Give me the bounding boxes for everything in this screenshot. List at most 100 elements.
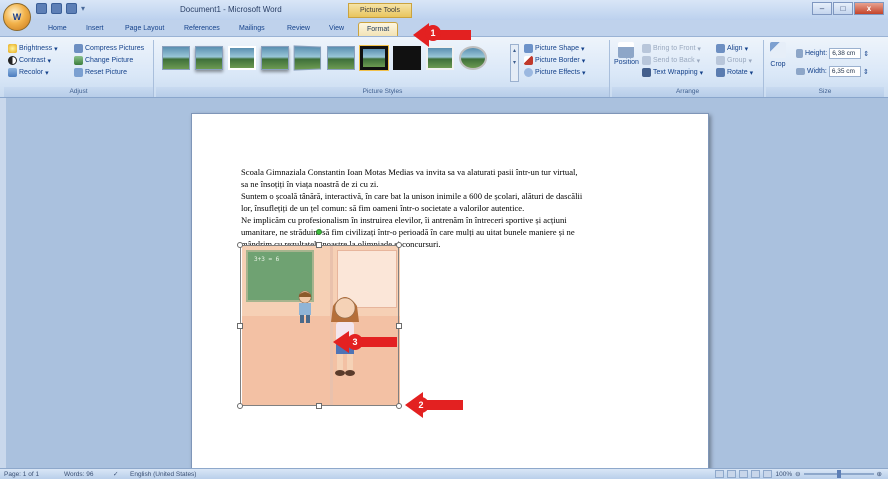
picture-effects-button[interactable]: Picture Effects ▾	[524, 68, 586, 77]
resize-handle-top[interactable]	[316, 242, 322, 248]
adjust-group-label: Adjust	[4, 87, 153, 97]
status-bar: Page: 1 of 1 Words: 96 ✓ English (United…	[0, 468, 888, 479]
send-to-back-button[interactable]: Send to Back ▾	[642, 56, 700, 65]
web-layout-view-icon[interactable]	[739, 470, 749, 478]
document-body[interactable]: Scoala Gimnaziala Constantin Ioan Motas …	[241, 166, 673, 250]
close-button[interactable]: x	[854, 2, 884, 15]
page-count[interactable]: Page: 1 of 1	[4, 470, 39, 479]
picture-shape-button[interactable]: Picture Shape ▾	[524, 44, 585, 53]
reset-picture-icon	[74, 68, 83, 77]
tab-references[interactable]: References	[184, 22, 220, 36]
vertical-ruler	[0, 98, 6, 468]
outline-view-icon[interactable]	[751, 470, 761, 478]
picture-styles-group: ▴ ▾ Picture Shape ▾ Picture Border ▾ Pict…	[156, 40, 610, 97]
style-thumbnail[interactable]	[426, 46, 454, 70]
position-button[interactable]: Position	[614, 42, 639, 66]
height-control: Height: 6,38 cm ⇕	[796, 48, 869, 59]
text-wrapping-button[interactable]: Text Wrapping ▾	[642, 68, 703, 77]
style-thumbnail[interactable]	[327, 46, 355, 70]
document-line: umanitare, ne străduim să fim civilizați…	[241, 227, 575, 237]
tab-mailings[interactable]: Mailings	[239, 22, 265, 36]
contrast-button[interactable]: Contrast ▾	[8, 56, 51, 65]
annotation-badge-2: 2	[413, 397, 429, 413]
resize-handle-top-left[interactable]	[237, 242, 243, 248]
tab-format[interactable]: Format	[358, 22, 399, 36]
crop-button[interactable]: Crop	[770, 42, 786, 68]
window-controls: – □ x	[812, 2, 884, 15]
tab-review[interactable]: Review	[287, 22, 310, 36]
rotate-button[interactable]: Rotate ▾	[716, 68, 753, 77]
width-spinner[interactable]: ⇕	[863, 68, 869, 76]
zoom-out-icon[interactable]: ⊖	[795, 470, 800, 478]
style-thumbnail-selected[interactable]	[359, 45, 389, 71]
resize-handle-bottom[interactable]	[316, 403, 322, 409]
resize-handle-left[interactable]	[237, 323, 243, 329]
rotate-icon	[716, 68, 725, 77]
picture-selection-frame	[240, 245, 399, 406]
tab-insert[interactable]: Insert	[86, 22, 104, 36]
text-wrapping-icon	[642, 68, 651, 77]
reset-picture-button[interactable]: Reset Picture	[74, 68, 127, 77]
change-picture-button[interactable]: Change Picture	[74, 56, 133, 65]
language-indicator[interactable]: English (United States)	[130, 470, 196, 479]
width-input[interactable]: 6,35 cm	[828, 66, 861, 77]
zoom-level[interactable]: 100%	[775, 471, 792, 478]
tab-page-layout[interactable]: Page Layout	[125, 22, 164, 36]
rotation-handle[interactable]	[316, 229, 322, 235]
document-line: lor, însuflețiți de un țel comun: să fim…	[241, 203, 525, 213]
proofing-icon[interactable]: ✓	[113, 470, 118, 479]
zoom-slider[interactable]	[803, 470, 874, 478]
height-spinner[interactable]: ⇕	[863, 50, 869, 58]
word-count[interactable]: Words: 96	[64, 470, 94, 479]
picture-border-button[interactable]: Picture Border ▾	[524, 56, 585, 65]
annotation-arrow-3	[333, 331, 397, 353]
align-button[interactable]: Align ▾	[716, 44, 748, 53]
gallery-scroll-buttons[interactable]: ▴ ▾	[510, 44, 519, 82]
bring-to-front-button[interactable]: Bring to Front ▾	[642, 44, 701, 53]
office-logo: W	[12, 12, 22, 22]
resize-handle-top-right[interactable]	[396, 242, 402, 248]
height-input[interactable]: 6,38 cm	[829, 48, 862, 59]
full-screen-view-icon[interactable]	[727, 470, 737, 478]
align-icon	[716, 44, 725, 53]
style-thumbnail[interactable]	[293, 45, 322, 71]
width-control: Width: 6,35 cm ⇕	[796, 66, 869, 77]
style-thumbnail[interactable]	[228, 46, 256, 70]
style-thumbnail[interactable]	[459, 46, 487, 70]
group-icon	[716, 56, 725, 65]
undo-icon[interactable]	[51, 3, 62, 14]
width-icon	[796, 68, 805, 75]
style-thumbnail[interactable]	[261, 46, 289, 70]
recolor-button[interactable]: Recolor ▾	[8, 68, 49, 77]
tab-home[interactable]: Home	[48, 22, 67, 36]
resize-handle-right[interactable]	[396, 323, 402, 329]
document-line: sa ne însoțiți în viața noastră de zi cu…	[241, 179, 379, 189]
qat-customize-icon[interactable]: ▾	[81, 3, 89, 14]
style-thumbnail[interactable]	[195, 46, 223, 70]
send-to-back-icon	[642, 56, 651, 65]
resize-handle-bottom-right[interactable]	[396, 403, 402, 409]
maximize-button[interactable]: □	[833, 2, 853, 15]
document-line: Suntem o școală tânără, interactivă, în …	[241, 191, 583, 201]
compress-pictures-button[interactable]: Compress Pictures	[74, 44, 144, 53]
save-icon[interactable]	[36, 3, 47, 14]
adjust-group: Brightness ▾ Contrast ▾ Recolor ▾ Compre…	[4, 40, 154, 97]
resize-handle-bottom-left[interactable]	[237, 403, 243, 409]
position-icon	[618, 42, 635, 58]
zoom-controls: 100% ⊖ ⊕	[715, 470, 882, 478]
tab-view[interactable]: View	[329, 22, 344, 36]
office-button[interactable]: W	[3, 3, 31, 31]
redo-icon[interactable]	[66, 3, 77, 14]
brightness-button[interactable]: Brightness ▾	[8, 44, 58, 53]
quick-access-toolbar: ▾	[36, 3, 89, 14]
zoom-in-icon[interactable]: ⊕	[877, 470, 882, 478]
style-thumbnail[interactable]	[393, 46, 421, 70]
document-line: Ne implicăm cu profesionalism în instrui…	[241, 215, 567, 225]
contextual-group-title: Picture Tools	[348, 3, 412, 18]
group-button[interactable]: Group ▾	[716, 56, 752, 65]
draft-view-icon[interactable]	[763, 470, 773, 478]
print-layout-view-icon[interactable]	[715, 470, 725, 478]
picture-shape-icon	[524, 44, 533, 53]
minimize-button[interactable]: –	[812, 2, 832, 15]
style-thumbnail[interactable]	[162, 46, 190, 70]
